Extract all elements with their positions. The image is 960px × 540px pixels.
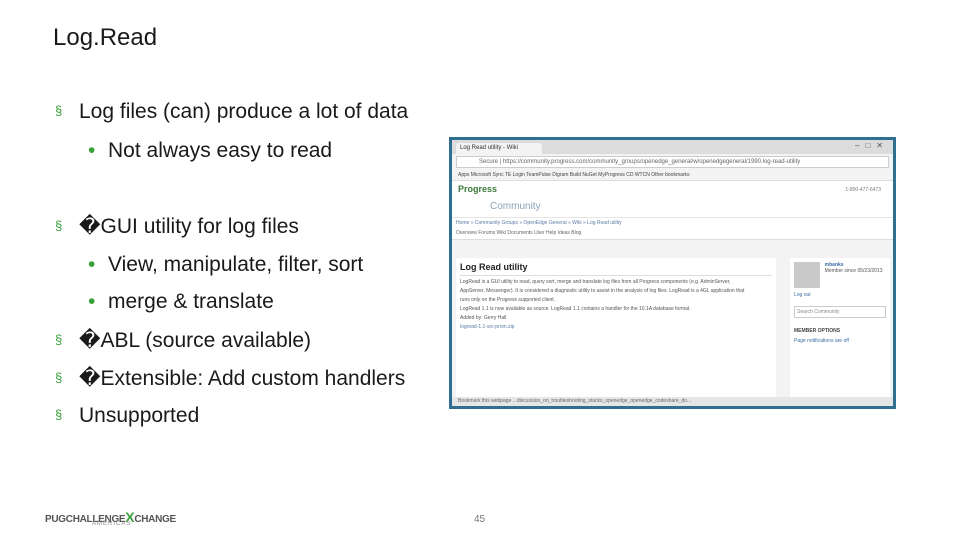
bullet-marker: • — [88, 139, 96, 162]
bullet-marker: § — [55, 370, 63, 385]
bullet-marker: § — [55, 407, 63, 422]
wiki-title: Log Read utility — [460, 262, 772, 276]
member-options: MEMBER OPTIONS — [794, 328, 841, 334]
notifications-link: Page notifications are off — [794, 338, 849, 344]
bullet-marker: • — [88, 253, 96, 276]
bullet-text: View, manipulate, filter, sort — [108, 253, 364, 276]
bullet-text: Log files (can) produce a lot of data — [79, 100, 409, 123]
logout-link: Log out — [794, 292, 811, 298]
breadcrumb: Home » Community Groups » OpenEdge Gener… — [452, 218, 893, 228]
community-heading: Community — [490, 201, 541, 212]
bullet-5: • merge & translate — [88, 290, 274, 314]
bullet-2: • Not always easy to read — [88, 139, 332, 163]
wiki-line: LogRead is a GUI utility to read, query … — [460, 279, 731, 285]
wiki-line: runs only on the Progress supported clie… — [460, 297, 556, 303]
bullet-marker: § — [55, 103, 63, 118]
user-info: mbanks Member since 05/23/2013 — [825, 262, 883, 274]
wiki-link: logread-1.1-src-prom.zip — [460, 324, 515, 330]
bullet-text: �GUI utility for log files — [79, 215, 299, 238]
bullet-marker: § — [55, 332, 63, 347]
user-sidebar: mbanks Member since 05/23/2013 Log out S… — [790, 258, 890, 398]
bookmarks-bar: Apps Microsoft Sync TE Login TeamPulse D… — [452, 170, 893, 181]
browser-tab: Log Read utility - Wiki — [456, 143, 542, 154]
site-nav-tabs: Overview Forums Wiki Documents User Help… — [452, 228, 893, 240]
status-bar: Bookmark this webpage ...discussion_on_t… — [452, 397, 893, 406]
bullet-text: Unsupported — [79, 404, 200, 427]
bullet-3: § �GUI utility for log files — [55, 214, 299, 239]
bullet-text: �ABL (source available) — [79, 329, 312, 352]
phone-number: 1-800-477-6473 — [845, 187, 881, 193]
slide-title: Log.Read — [53, 24, 158, 51]
wiki-content: Log Read utility LogRead is a GUI utilit… — [456, 258, 776, 398]
wiki-line: Added by: Gerry Hall — [460, 315, 507, 321]
footer-subtitle: AMERICAS — [92, 521, 132, 527]
address-bar: Secure | https://community.progress.com/… — [456, 156, 889, 168]
bullet-8: § Unsupported — [55, 404, 199, 428]
wiki-line: LogRead 1.1 is now available as source. … — [460, 306, 691, 312]
wiki-line: AppServer, Messenger). It is considered … — [460, 288, 745, 294]
window-controls-icon: –□✕ — [855, 141, 889, 150]
bullet-marker: • — [88, 290, 96, 313]
bullet-text: merge & translate — [108, 290, 274, 313]
member-since: Member since 05/23/2013 — [824, 268, 883, 274]
page-number: 45 — [474, 514, 486, 525]
bullet-7: § �Extensible: Add custom handlers — [55, 366, 405, 391]
bullet-text: �Extensible: Add custom handlers — [79, 367, 406, 390]
avatar — [794, 262, 820, 288]
bullet-text: Not always easy to read — [108, 139, 333, 162]
bullet-marker: § — [55, 218, 63, 233]
progress-logo: Progress — [458, 184, 498, 194]
bullet-4: • View, manipulate, filter, sort — [88, 253, 363, 277]
footer-logo-tail: CHANGE — [134, 514, 176, 525]
browser-screenshot: Log Read utility - Wiki –□✕ Secure | htt… — [449, 137, 896, 409]
browser-window: Log Read utility - Wiki –□✕ Secure | htt… — [452, 140, 893, 406]
site-header: Progress Community 1-800-477-6473 — [452, 181, 893, 218]
tab-bar: Log Read utility - Wiki — [452, 140, 893, 154]
community-search: Search Community — [794, 306, 886, 318]
bullet-1: § Log files (can) produce a lot of data — [55, 100, 408, 124]
bullet-6: § �ABL (source available) — [55, 328, 311, 353]
